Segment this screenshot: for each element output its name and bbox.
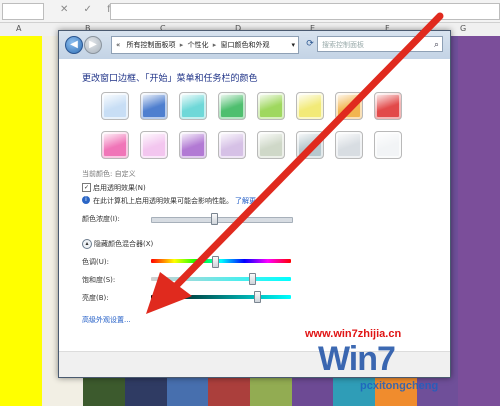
current-color-label: 当前颜色: 自定义 [82, 170, 136, 178]
saturation-label: 饱和度(S): [82, 276, 116, 284]
breadcrumb-separator-icon: ▸ [212, 41, 217, 49]
info-icon: i [82, 196, 90, 204]
performance-info-text: 在此计算机上启用透明效果可能会影响性能。 [93, 197, 233, 205]
forward-arrow-icon: ▶ [89, 39, 97, 50]
spreadsheet-column-fill [0, 36, 42, 406]
formula-bar: ✕ ✓ fx [0, 0, 500, 23]
color-swatch[interactable] [179, 92, 207, 120]
intensity-slider-track[interactable] [151, 217, 293, 223]
address-bar[interactable]: « 所有控制面板项 ▸ 个性化 ▸ 窗口颜色和外观 ▾ [111, 36, 299, 54]
saturation-slider-thumb[interactable] [248, 273, 256, 285]
back-button[interactable]: ◀ [65, 36, 83, 54]
search-placeholder: 搜索控制面板 [322, 41, 364, 49]
search-input[interactable]: 搜索控制面板 ⌕ [317, 36, 443, 52]
saturation-slider-track[interactable] [151, 277, 291, 281]
back-arrow-icon: ◀ [70, 39, 78, 50]
color-swatch[interactable] [296, 92, 324, 120]
breadcrumb-window-color[interactable]: 窗口颜色和外观 [221, 41, 270, 49]
address-dropdown-icon[interactable]: ▾ [291, 37, 295, 53]
watermark-url: www.win7zhijia.cn [305, 328, 402, 340]
watermark-logo: Win7 [318, 340, 396, 378]
color-swatch[interactable] [374, 92, 402, 120]
collapse-icon[interactable]: ▴ [82, 239, 92, 249]
brightness-label: 亮度(B): [82, 294, 109, 302]
color-swatch[interactable] [218, 92, 246, 120]
column-header[interactable]: G [460, 24, 466, 33]
navigation-bar: ◀ ▶ « 所有控制面板项 ▸ 个性化 ▸ 窗口颜色和外观 ▾ ⟳ 搜索控制面板… [59, 31, 450, 60]
brightness-slider-track[interactable] [151, 295, 291, 299]
search-icon[interactable]: ⌕ [434, 37, 439, 53]
control-panel-window: ◀ ▶ « 所有控制面板项 ▸ 个性化 ▸ 窗口颜色和外观 ▾ ⟳ 搜索控制面板… [58, 30, 451, 378]
hue-label: 色调(U): [82, 258, 109, 266]
color-swatch[interactable] [140, 131, 168, 159]
breadcrumb-separator-icon: ▸ [179, 41, 184, 49]
breadcrumb-personalization[interactable]: 个性化 [188, 41, 209, 49]
forward-button[interactable]: ▶ [84, 36, 102, 54]
color-swatch[interactable] [218, 131, 246, 159]
color-swatch[interactable] [296, 131, 324, 159]
column-header[interactable]: A [16, 24, 21, 33]
watermark-url-secondary: pcxitongcheng [360, 380, 439, 392]
breadcrumb-all-items[interactable]: 所有控制面板项 [127, 41, 176, 49]
color-swatch[interactable] [140, 92, 168, 120]
color-swatch[interactable] [101, 92, 129, 120]
intensity-slider-thumb[interactable] [211, 213, 218, 225]
refresh-icon[interactable]: ⟳ [304, 36, 316, 52]
transparency-checkbox[interactable]: ✓ [82, 183, 91, 192]
color-swatch[interactable] [257, 92, 285, 120]
color-mixer-toggle[interactable]: 隐藏颜色混合器(X) [94, 239, 153, 249]
color-swatch[interactable] [257, 131, 285, 159]
color-swatch[interactable] [179, 131, 207, 159]
learn-more-link[interactable]: 了解更多 [235, 196, 263, 206]
hue-slider-thumb[interactable] [212, 256, 220, 268]
name-box[interactable] [2, 3, 44, 20]
brightness-slider-thumb[interactable] [254, 291, 262, 303]
hue-slider-track[interactable] [151, 259, 291, 263]
color-swatch[interactable] [374, 131, 402, 159]
color-swatch[interactable] [335, 92, 363, 120]
formula-input[interactable] [110, 3, 500, 20]
address-chevron-icon[interactable]: « [116, 41, 120, 49]
color-swatch[interactable] [335, 131, 363, 159]
spreadsheet-column-fill [458, 36, 500, 406]
page-title: 更改窗口边框、「开始」菜单和任务栏的颜色 [82, 74, 258, 84]
advanced-appearance-link[interactable]: 高级外观设置... [82, 315, 131, 325]
transparency-label[interactable]: 启用透明效果(N) [93, 183, 146, 193]
intensity-label: 颜色浓度(I): [82, 215, 120, 223]
color-swatch[interactable] [101, 131, 129, 159]
